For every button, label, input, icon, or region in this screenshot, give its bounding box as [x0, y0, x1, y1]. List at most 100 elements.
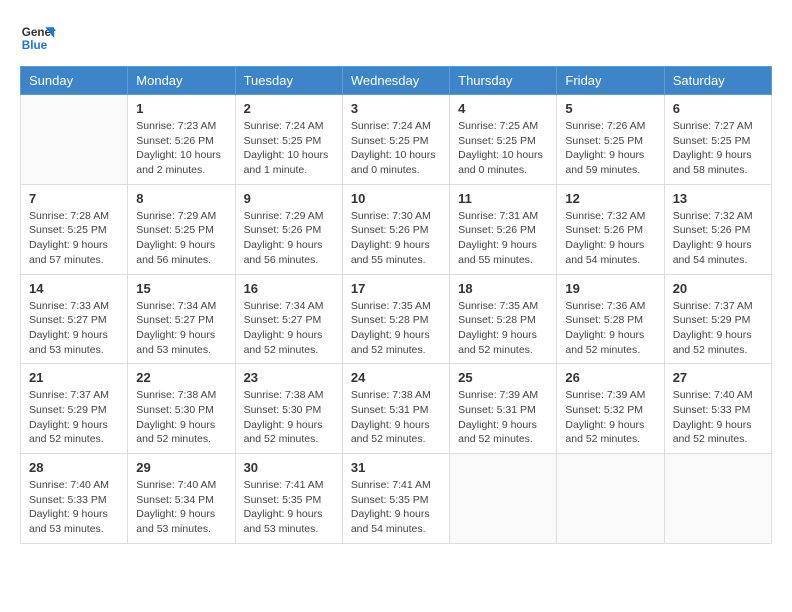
day-info: Sunrise: 7:35 AMSunset: 5:28 PMDaylight:…	[458, 299, 548, 358]
day-info: Sunrise: 7:37 AMSunset: 5:29 PMDaylight:…	[29, 388, 119, 447]
calendar-cell: 26Sunrise: 7:39 AMSunset: 5:32 PMDayligh…	[557, 364, 664, 454]
calendar-cell: 6 Sunrise: 7:27 AMSunset: 5:25 PMDaylight…	[664, 95, 771, 185]
day-info: Sunrise: 7:27 AMSunset: 5:25 PMDaylight:…	[673, 119, 763, 178]
calendar-cell: 30 Sunrise: 7:41 AMSunset: 5:35 PMDayligh…	[235, 454, 342, 544]
day-number: 3	[351, 101, 441, 116]
calendar-cell	[21, 95, 128, 185]
day-info: Sunrise: 7:34 AMSunset: 5:27 PMDaylight:…	[136, 299, 226, 358]
day-info: Sunrise: 7:29 AMSunset: 5:25 PMDaylight:…	[136, 209, 226, 268]
header-cell-friday: Friday	[557, 67, 664, 95]
day-number: 21	[29, 370, 119, 385]
calendar-cell: 24 Sunrise: 7:38 AMSunset: 5:31 PMDayligh…	[342, 364, 449, 454]
calendar-cell: 27Sunrise: 7:40 AMSunset: 5:33 PMDayligh…	[664, 364, 771, 454]
day-info: Sunrise: 7:36 AMSunset: 5:28 PMDaylight:…	[565, 299, 655, 358]
day-number: 30	[244, 460, 334, 475]
calendar-cell: 8Sunrise: 7:29 AMSunset: 5:25 PMDaylight…	[128, 184, 235, 274]
day-info: Sunrise: 7:38 AMSunset: 5:30 PMDaylight:…	[136, 388, 226, 447]
day-number: 17	[351, 281, 441, 296]
calendar-cell: 29 Sunrise: 7:40 AMSunset: 5:34 PMDayligh…	[128, 454, 235, 544]
day-number: 26	[565, 370, 655, 385]
header-cell-wednesday: Wednesday	[342, 67, 449, 95]
header-cell-monday: Monday	[128, 67, 235, 95]
day-number: 31	[351, 460, 441, 475]
calendar-cell: 20 Sunrise: 7:37 AMSunset: 5:29 PMDayligh…	[664, 274, 771, 364]
day-number: 15	[136, 281, 226, 296]
calendar-cell: 14 Sunrise: 7:33 AMSunset: 5:27 PMDayligh…	[21, 274, 128, 364]
day-number: 22	[136, 370, 226, 385]
day-number: 9	[244, 191, 334, 206]
calendar-cell: 23 Sunrise: 7:38 AMSunset: 5:30 PMDayligh…	[235, 364, 342, 454]
day-number: 14	[29, 281, 119, 296]
calendar-row-0: 1Sunrise: 7:23 AMSunset: 5:26 PMDaylight…	[21, 95, 772, 185]
day-info: Sunrise: 7:40 AMSunset: 5:33 PMDaylight:…	[29, 478, 119, 537]
header-cell-saturday: Saturday	[664, 67, 771, 95]
day-info: Sunrise: 7:37 AMSunset: 5:29 PMDaylight:…	[673, 299, 763, 358]
header-cell-sunday: Sunday	[21, 67, 128, 95]
calendar-body: 1Sunrise: 7:23 AMSunset: 5:26 PMDaylight…	[21, 95, 772, 544]
day-number: 2	[244, 101, 334, 116]
calendar-cell: 21 Sunrise: 7:37 AMSunset: 5:29 PMDayligh…	[21, 364, 128, 454]
day-number: 19	[565, 281, 655, 296]
day-info: Sunrise: 7:38 AMSunset: 5:31 PMDaylight:…	[351, 388, 441, 447]
day-info: Sunrise: 7:41 AMSunset: 5:35 PMDaylight:…	[244, 478, 334, 537]
day-number: 16	[244, 281, 334, 296]
calendar-cell: 16Sunrise: 7:34 AMSunset: 5:27 PMDayligh…	[235, 274, 342, 364]
page-header: General Blue	[20, 20, 772, 56]
calendar-cell: 1Sunrise: 7:23 AMSunset: 5:26 PMDaylight…	[128, 95, 235, 185]
day-info: Sunrise: 7:32 AMSunset: 5:26 PMDaylight:…	[673, 209, 763, 268]
day-info: Sunrise: 7:24 AMSunset: 5:25 PMDaylight:…	[351, 119, 441, 178]
calendar-cell: 7 Sunrise: 7:28 AMSunset: 5:25 PMDaylight…	[21, 184, 128, 274]
day-info: Sunrise: 7:32 AMSunset: 5:26 PMDaylight:…	[565, 209, 655, 268]
day-info: Sunrise: 7:35 AMSunset: 5:28 PMDaylight:…	[351, 299, 441, 358]
day-info: Sunrise: 7:33 AMSunset: 5:27 PMDaylight:…	[29, 299, 119, 358]
day-number: 7	[29, 191, 119, 206]
calendar-cell: 19 Sunrise: 7:36 AMSunset: 5:28 PMDayligh…	[557, 274, 664, 364]
calendar-cell	[450, 454, 557, 544]
day-number: 29	[136, 460, 226, 475]
calendar-row-2: 14 Sunrise: 7:33 AMSunset: 5:27 PMDayligh…	[21, 274, 772, 364]
calendar-cell: 13 Sunrise: 7:32 AMSunset: 5:26 PMDayligh…	[664, 184, 771, 274]
day-number: 5	[565, 101, 655, 116]
day-info: Sunrise: 7:28 AMSunset: 5:25 PMDaylight:…	[29, 209, 119, 268]
day-number: 23	[244, 370, 334, 385]
day-info: Sunrise: 7:40 AMSunset: 5:34 PMDaylight:…	[136, 478, 226, 537]
calendar-cell: 2Sunrise: 7:24 AMSunset: 5:25 PMDaylight…	[235, 95, 342, 185]
day-number: 10	[351, 191, 441, 206]
day-number: 24	[351, 370, 441, 385]
calendar-cell: 11Sunrise: 7:31 AMSunset: 5:26 PMDayligh…	[450, 184, 557, 274]
header-row: SundayMondayTuesdayWednesdayThursdayFrid…	[21, 67, 772, 95]
header-cell-tuesday: Tuesday	[235, 67, 342, 95]
day-info: Sunrise: 7:40 AMSunset: 5:33 PMDaylight:…	[673, 388, 763, 447]
day-number: 20	[673, 281, 763, 296]
calendar-cell: 4 Sunrise: 7:25 AMSunset: 5:25 PMDaylight…	[450, 95, 557, 185]
calendar-cell: 15 Sunrise: 7:34 AMSunset: 5:27 PMDayligh…	[128, 274, 235, 364]
calendar-cell: 5 Sunrise: 7:26 AMSunset: 5:25 PMDaylight…	[557, 95, 664, 185]
calendar-cell: 12 Sunrise: 7:32 AMSunset: 5:26 PMDayligh…	[557, 184, 664, 274]
day-info: Sunrise: 7:29 AMSunset: 5:26 PMDaylight:…	[244, 209, 334, 268]
day-info: Sunrise: 7:26 AMSunset: 5:25 PMDaylight:…	[565, 119, 655, 178]
day-info: Sunrise: 7:30 AMSunset: 5:26 PMDaylight:…	[351, 209, 441, 268]
calendar-cell: 17 Sunrise: 7:35 AMSunset: 5:28 PMDayligh…	[342, 274, 449, 364]
calendar-cell: 31 Sunrise: 7:41 AMSunset: 5:35 PMDayligh…	[342, 454, 449, 544]
calendar-table: SundayMondayTuesdayWednesdayThursdayFrid…	[20, 66, 772, 544]
logo-icon: General Blue	[20, 20, 56, 56]
calendar-cell	[664, 454, 771, 544]
day-number: 13	[673, 191, 763, 206]
day-number: 4	[458, 101, 548, 116]
calendar-cell: 18Sunrise: 7:35 AMSunset: 5:28 PMDayligh…	[450, 274, 557, 364]
day-info: Sunrise: 7:25 AMSunset: 5:25 PMDaylight:…	[458, 119, 548, 178]
day-info: Sunrise: 7:38 AMSunset: 5:30 PMDaylight:…	[244, 388, 334, 447]
day-info: Sunrise: 7:41 AMSunset: 5:35 PMDaylight:…	[351, 478, 441, 537]
calendar-row-3: 21 Sunrise: 7:37 AMSunset: 5:29 PMDayligh…	[21, 364, 772, 454]
day-info: Sunrise: 7:31 AMSunset: 5:26 PMDaylight:…	[458, 209, 548, 268]
day-number: 12	[565, 191, 655, 206]
day-number: 1	[136, 101, 226, 116]
calendar-header: SundayMondayTuesdayWednesdayThursdayFrid…	[21, 67, 772, 95]
day-number: 25	[458, 370, 548, 385]
calendar-cell: 3 Sunrise: 7:24 AMSunset: 5:25 PMDaylight…	[342, 95, 449, 185]
day-number: 6	[673, 101, 763, 116]
calendar-cell: 10 Sunrise: 7:30 AMSunset: 5:26 PMDayligh…	[342, 184, 449, 274]
calendar-cell: 9 Sunrise: 7:29 AMSunset: 5:26 PMDaylight…	[235, 184, 342, 274]
svg-text:Blue: Blue	[22, 39, 48, 52]
logo: General Blue	[20, 20, 56, 56]
